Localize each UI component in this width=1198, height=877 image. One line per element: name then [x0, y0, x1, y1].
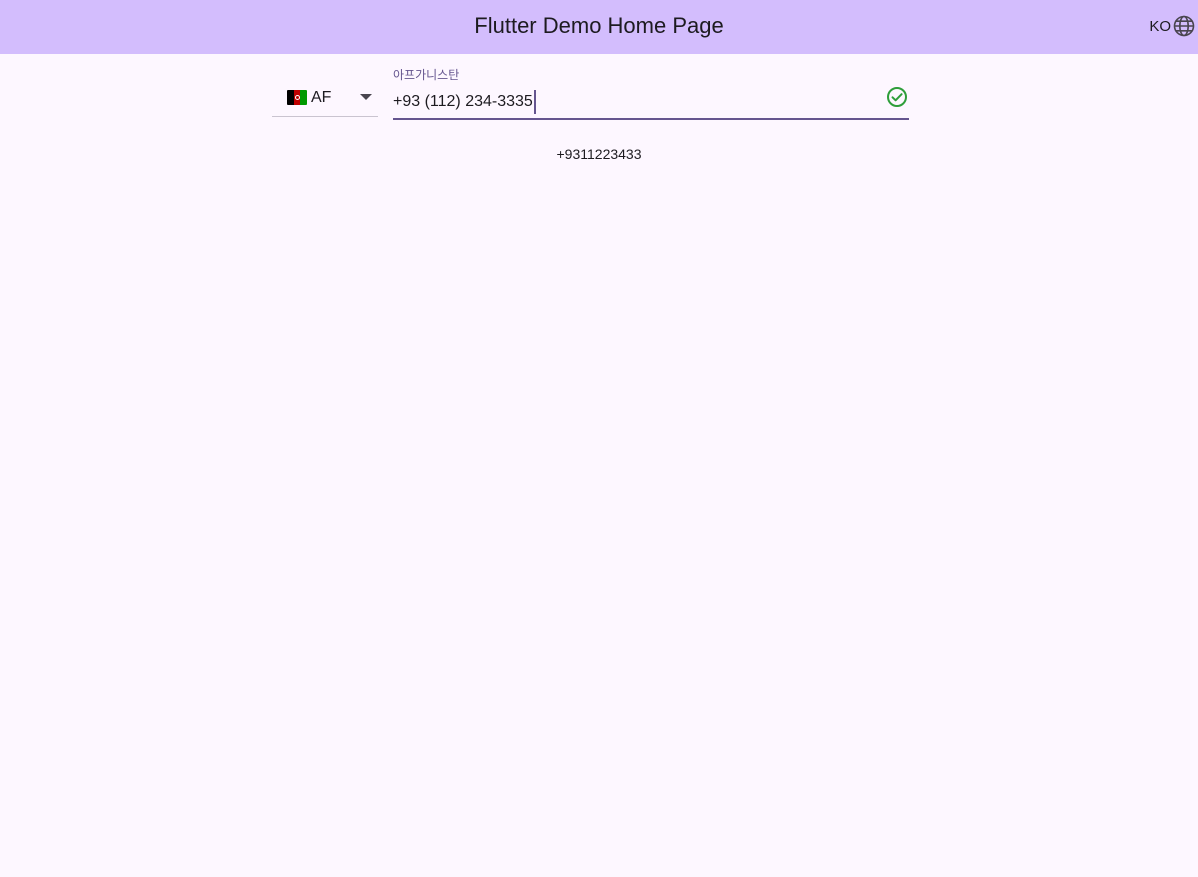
globe-icon — [1173, 15, 1195, 37]
app-window: Flutter Demo Home Page KO AF 아프가니스탄 +93 … — [0, 0, 1198, 877]
text-cursor — [533, 90, 536, 114]
afghanistan-flag-icon — [287, 90, 307, 105]
check-circle-icon — [887, 87, 907, 107]
locale-button[interactable]: KO — [1149, 12, 1196, 40]
arrow-drop-down-icon — [360, 94, 372, 100]
phone-field-label: 아프가니스탄 — [393, 68, 460, 82]
locale-label: KO — [1149, 17, 1171, 35]
normalized-phone-number: +9311223433 — [556, 146, 642, 162]
phone-number-value[interactable]: +93 (112) 234-3335 — [393, 90, 536, 114]
page-title: Flutter Demo Home Page — [474, 13, 724, 38]
country-selector[interactable]: AF — [272, 80, 378, 117]
phone-number-field[interactable]: 아프가니스탄 +93 (112) 234-3335 — [393, 66, 909, 120]
country-code: AF — [311, 89, 332, 106]
phone-number-text: +93 (112) 234-3335 — [393, 93, 533, 110]
app-bar: Flutter Demo Home Page KO — [0, 0, 1198, 54]
